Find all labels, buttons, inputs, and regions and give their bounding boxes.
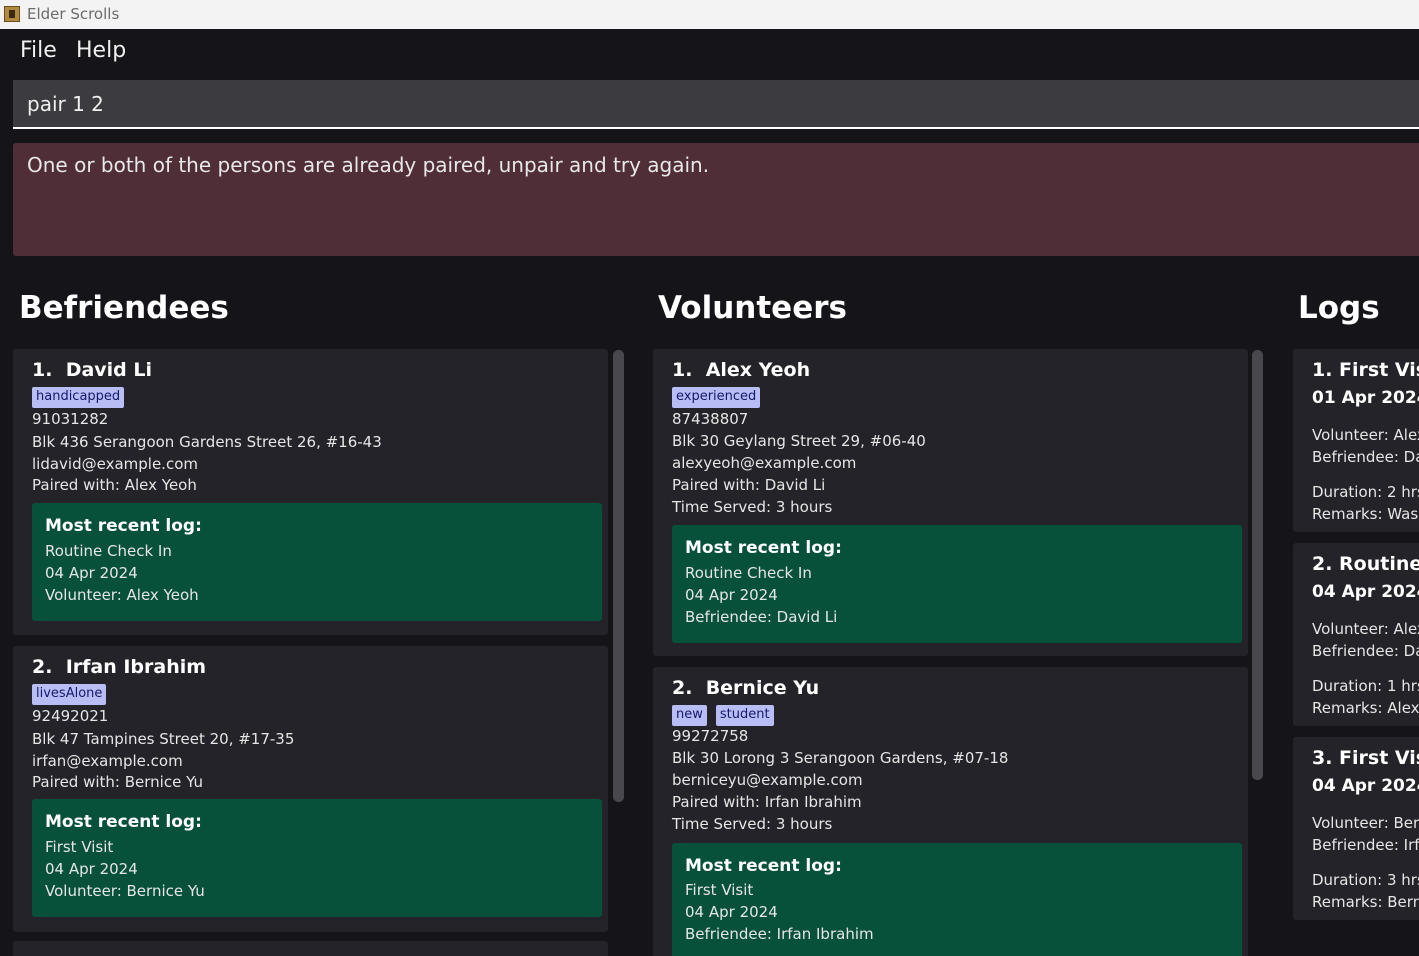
befriendee-scrollbar[interactable] bbox=[613, 350, 624, 802]
log-befriendee: Befriendee: Dav bbox=[1312, 448, 1419, 466]
befriendee-card[interactable]: 2. Irfan Ibrahim livesAlone 92492021 Blk… bbox=[13, 646, 608, 932]
address: Blk 47 Tampines Street 20, #17-35 bbox=[32, 730, 295, 748]
menu-help[interactable]: Help bbox=[76, 38, 126, 63]
log-remarks: Remarks: Alex c bbox=[1312, 699, 1419, 717]
log-duration: Duration: 1 hrs bbox=[1312, 677, 1419, 695]
tag-list: experienced bbox=[672, 387, 761, 408]
volunteer-card[interactable]: 2. Bernice Yu new student 99272758 Blk 3… bbox=[653, 667, 1248, 956]
paired-with: Paired with: Bernice Yu bbox=[32, 773, 204, 791]
befriendee-list[interactable]: 1. David Li handicapped 91031282 Blk 436… bbox=[13, 349, 609, 956]
result-message: One or both of the persons are already p… bbox=[27, 153, 710, 177]
log-card[interactable]: 3. First Visit 04 Apr 2024 Volunteer: Be… bbox=[1293, 737, 1419, 920]
paired-with: Paired with: David Li bbox=[672, 476, 826, 494]
log-befriendee: Befriendee: Dav bbox=[1312, 642, 1419, 660]
logs-title: Logs bbox=[1298, 290, 1380, 326]
time-served: Time Served: 3 hours bbox=[672, 498, 833, 516]
befriendee-card[interactable] bbox=[13, 941, 608, 956]
recent-log-title: First Visit bbox=[45, 838, 114, 856]
recent-log-heading: Most recent log: bbox=[45, 812, 202, 832]
log-remarks: Remarks: Was g bbox=[1312, 505, 1419, 523]
log-title: 3. First Visit bbox=[1312, 747, 1419, 769]
recent-log-date: 04 Apr 2024 bbox=[45, 860, 138, 878]
address: Blk 30 Geylang Street 29, #06-40 bbox=[672, 432, 926, 450]
volunteer-list[interactable]: 1. Alex Yeoh experienced 87438807 Blk 30… bbox=[653, 349, 1249, 956]
person-name: 2. Irfan Ibrahim bbox=[32, 656, 207, 678]
email: lidavid@example.com bbox=[32, 455, 198, 473]
phone: 87438807 bbox=[672, 410, 749, 428]
log-date: 04 Apr 2024 bbox=[1312, 776, 1419, 796]
recent-log-date: 04 Apr 2024 bbox=[685, 586, 778, 604]
log-remarks: Remarks: Bernic bbox=[1312, 893, 1419, 911]
log-duration: Duration: 2 hrs bbox=[1312, 483, 1419, 501]
befriendees-title: Befriendees bbox=[19, 290, 229, 326]
volunteer-card[interactable]: 1. Alex Yeoh experienced 87438807 Blk 30… bbox=[653, 349, 1248, 656]
menu-bar: File Help bbox=[0, 29, 1419, 75]
person-name: 1. Alex Yeoh bbox=[672, 359, 811, 381]
tag: handicapped bbox=[32, 387, 125, 408]
tag: experienced bbox=[672, 387, 761, 408]
volunteers-title: Volunteers bbox=[658, 290, 847, 326]
recent-log-befriendee: Befriendee: Irfan Ibrahim bbox=[685, 925, 874, 943]
phone: 91031282 bbox=[32, 410, 109, 428]
person-name: 1. David Li bbox=[32, 359, 153, 381]
log-befriendee: Befriendee: Irfa bbox=[1312, 836, 1419, 854]
recent-log-date: 04 Apr 2024 bbox=[45, 564, 138, 582]
command-box bbox=[13, 80, 1419, 129]
result-display: One or both of the persons are already p… bbox=[13, 143, 1419, 256]
recent-log-volunteer: Volunteer: Alex Yeoh bbox=[45, 586, 199, 604]
recent-log: Most recent log: First Visit 04 Apr 2024… bbox=[32, 799, 602, 917]
tag-list: livesAlone bbox=[32, 684, 107, 705]
log-duration: Duration: 3 hrs bbox=[1312, 871, 1419, 889]
tag: livesAlone bbox=[32, 684, 107, 705]
recent-log: Most recent log: Routine Check In 04 Apr… bbox=[32, 503, 602, 621]
person-name: 2. Bernice Yu bbox=[672, 677, 820, 699]
log-volunteer: Volunteer: Bern bbox=[1312, 814, 1419, 832]
log-volunteer: Volunteer: Alex bbox=[1312, 426, 1419, 444]
recent-log-heading: Most recent log: bbox=[45, 516, 202, 536]
befriendee-card[interactable]: 1. David Li handicapped 91031282 Blk 436… bbox=[13, 349, 608, 635]
recent-log-volunteer: Volunteer: Bernice Yu bbox=[45, 882, 205, 900]
window-title: Elder Scrolls bbox=[27, 5, 120, 23]
phone: 99272758 bbox=[672, 727, 749, 745]
log-date: 04 Apr 2024 bbox=[1312, 582, 1419, 602]
tag-list: handicapped bbox=[32, 387, 125, 408]
time-served: Time Served: 3 hours bbox=[672, 815, 833, 833]
tag: student bbox=[715, 705, 774, 726]
log-title: 2. Routine C bbox=[1312, 553, 1419, 575]
log-date: 01 Apr 2024 bbox=[1312, 388, 1419, 408]
volunteer-scrollbar[interactable] bbox=[1252, 350, 1263, 780]
recent-log: Most recent log: First Visit 04 Apr 2024… bbox=[672, 843, 1242, 956]
recent-log-date: 04 Apr 2024 bbox=[685, 903, 778, 921]
tag: new bbox=[672, 705, 707, 726]
recent-log-title: Routine Check In bbox=[685, 564, 812, 582]
app-icon bbox=[4, 6, 20, 22]
recent-log-heading: Most recent log: bbox=[685, 538, 842, 558]
email: alexyeoh@example.com bbox=[672, 454, 857, 472]
email: berniceyu@example.com bbox=[672, 771, 863, 789]
paired-with: Paired with: Alex Yeoh bbox=[32, 476, 197, 494]
recent-log-title: First Visit bbox=[685, 881, 754, 899]
paired-with: Paired with: Irfan Ibrahim bbox=[672, 793, 862, 811]
log-card[interactable]: 2. Routine C 04 Apr 2024 Volunteer: Alex… bbox=[1293, 543, 1419, 726]
recent-log-befriendee: Befriendee: David Li bbox=[685, 608, 838, 626]
tag-list: new student bbox=[672, 705, 774, 726]
recent-log: Most recent log: Routine Check In 04 Apr… bbox=[672, 525, 1242, 643]
recent-log-title: Routine Check In bbox=[45, 542, 172, 560]
recent-log-heading: Most recent log: bbox=[685, 856, 842, 876]
log-volunteer: Volunteer: Alex bbox=[1312, 620, 1419, 638]
address: Blk 30 Lorong 3 Serangoon Gardens, #07-1… bbox=[672, 749, 1009, 767]
address: Blk 436 Serangoon Gardens Street 26, #16… bbox=[32, 433, 382, 451]
command-input[interactable] bbox=[27, 89, 1407, 119]
menu-file[interactable]: File bbox=[20, 38, 57, 63]
window-titlebar: Elder Scrolls bbox=[0, 0, 1419, 29]
email: irfan@example.com bbox=[32, 752, 183, 770]
phone: 92492021 bbox=[32, 707, 109, 725]
log-card[interactable]: 1. First Visit 01 Apr 2024 Volunteer: Al… bbox=[1293, 349, 1419, 532]
log-title: 1. First Visit bbox=[1312, 359, 1419, 381]
log-list[interactable]: 1. First Visit 01 Apr 2024 Volunteer: Al… bbox=[1293, 349, 1419, 956]
